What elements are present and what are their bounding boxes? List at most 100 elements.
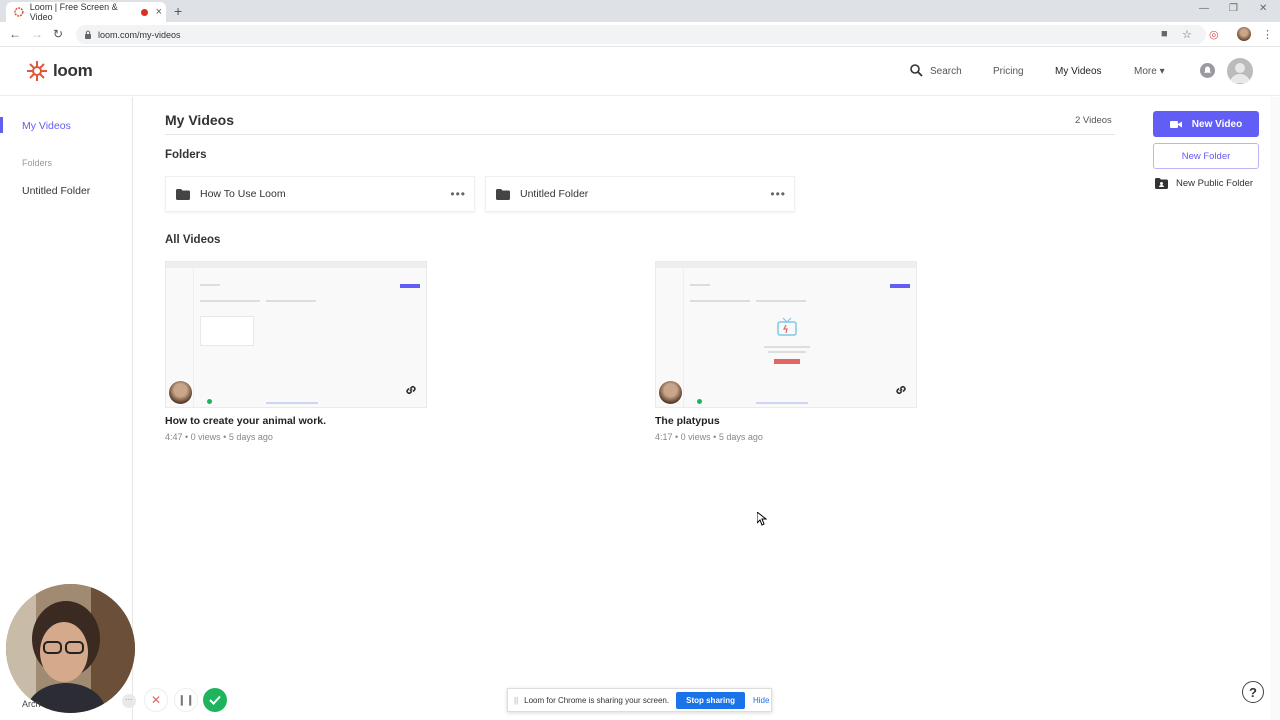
close-icon: ✕: [150, 693, 162, 707]
notification-bell-icon[interactable]: [1200, 63, 1215, 78]
video-camera-icon: [1169, 120, 1182, 128]
pricing-link[interactable]: Pricing: [993, 66, 1024, 77]
loom-logo-icon: [27, 61, 47, 81]
thumbnail-preview-line: [756, 402, 808, 404]
copy-link-icon[interactable]: [404, 383, 418, 397]
active-indicator: [0, 117, 3, 133]
finish-recording-button[interactable]: [203, 688, 227, 712]
folder-name: How To Use Loom: [200, 188, 286, 200]
video-title[interactable]: The platypus: [655, 415, 917, 427]
folders-heading: Folders: [165, 149, 207, 161]
folder-card[interactable]: Untitled Folder •••: [485, 176, 795, 212]
window-close-icon[interactable]: ✕: [1259, 3, 1267, 14]
copy-link-icon[interactable]: [894, 383, 908, 397]
loom-logo[interactable]: loom: [26, 60, 93, 82]
thumbnail-preview-line: [756, 300, 806, 302]
back-icon[interactable]: ←: [9, 27, 21, 41]
close-tab-icon[interactable]: ×: [156, 6, 162, 18]
cancel-recording-button[interactable]: ✕: [144, 688, 168, 712]
browser-titlebar: Loom | Free Screen & Video × + — ❐ ✕: [0, 0, 1280, 22]
page-scrollbar[interactable]: [1270, 97, 1280, 720]
sidebar-item-untitled-folder[interactable]: Untitled Folder: [22, 185, 90, 197]
video-thumbnail[interactable]: [165, 261, 427, 408]
public-folder-icon: [1155, 178, 1168, 189]
video-title[interactable]: How to create your animal work.: [165, 415, 427, 427]
thumbnail-preview-line: [200, 300, 260, 302]
minimize-icon[interactable]: —: [1199, 3, 1209, 14]
folder-options-icon[interactable]: •••: [770, 187, 786, 201]
thumbnail-preview-line: [266, 300, 316, 302]
folder-icon: [176, 188, 190, 200]
empty-tv-icon: [777, 317, 797, 336]
folder-card[interactable]: How To Use Loom •••: [165, 176, 475, 212]
new-public-folder-label: New Public Folder: [1176, 178, 1254, 189]
drag-handle-icon[interactable]: ||: [514, 696, 518, 705]
caret-down-icon: ▾: [1159, 66, 1165, 77]
thumbnail-preview-button: [774, 359, 800, 364]
forward-icon[interactable]: →: [31, 27, 43, 41]
browser-profile-avatar[interactable]: [1237, 27, 1251, 41]
search-icon[interactable]: [910, 64, 923, 77]
webcam-bubble[interactable]: [6, 584, 135, 713]
sidebar-folders-heading: Folders: [22, 158, 53, 168]
loom-extension-icon[interactable]: ◎: [1209, 28, 1219, 41]
user-avatar[interactable]: [1227, 58, 1253, 84]
stop-sharing-button[interactable]: Stop sharing: [676, 691, 745, 709]
reload-icon[interactable]: ↻: [53, 27, 63, 41]
all-videos-heading: All Videos: [165, 234, 221, 246]
lock-icon: [85, 30, 91, 39]
folder-icon: [496, 188, 510, 200]
video-count: 2 Videos: [1075, 115, 1112, 126]
creator-avatar: [168, 380, 193, 405]
online-dot-icon: [207, 399, 212, 404]
thumbnail-preview-button: [890, 284, 910, 288]
thumbnail-preview-line: [200, 284, 220, 286]
checkmark-icon: [209, 695, 221, 705]
video-thumbnail[interactable]: [655, 261, 917, 408]
more-label: More: [1134, 66, 1157, 77]
recorder-label: Arch: [22, 699, 41, 709]
pause-icon: ❙❙: [177, 694, 195, 706]
my-videos-link[interactable]: My Videos: [1055, 66, 1102, 77]
bookmark-star-icon[interactable]: ☆: [1182, 28, 1192, 41]
logo-text: loom: [53, 61, 93, 80]
browser-menu-icon[interactable]: ⋮: [1262, 28, 1273, 41]
new-tab-button[interactable]: +: [174, 3, 182, 19]
thumbnail-preview-bar: [656, 262, 916, 268]
recording-indicator-icon: [140, 8, 148, 16]
address-bar[interactable]: loom.com/my-videos: [76, 25, 1206, 44]
recorder-options-icon[interactable]: ···: [122, 694, 136, 708]
new-folder-button[interactable]: New Folder: [1153, 143, 1259, 169]
pause-recording-button[interactable]: ❙❙: [174, 688, 198, 712]
video-card[interactable]: The platypus 4:17 • 0 views • 5 days ago: [655, 261, 917, 442]
loom-favicon-icon: [14, 7, 24, 17]
thumbnail-preview-card: [200, 316, 254, 346]
new-video-button[interactable]: New Video: [1153, 111, 1259, 137]
folder-options-icon[interactable]: •••: [450, 187, 466, 201]
app-header: loom Search Pricing My Videos More ▾: [0, 48, 1280, 96]
more-menu[interactable]: More ▾: [1134, 66, 1165, 77]
restore-icon[interactable]: ❐: [1229, 3, 1238, 14]
browser-tab[interactable]: Loom | Free Screen & Video ×: [6, 2, 166, 22]
camera-extension-icon[interactable]: ■: [1161, 28, 1168, 40]
thumbnail-preview-line: [690, 284, 710, 286]
tab-title: Loom | Free Screen & Video: [29, 2, 118, 22]
thumbnail-preview-line: [266, 402, 318, 404]
thumbnail-preview-line: [690, 300, 750, 302]
hide-sharing-bar-button[interactable]: Hide: [753, 696, 769, 705]
url-text: loom.com/my-videos: [98, 29, 181, 40]
sidebar-item-my-videos[interactable]: My Videos: [22, 120, 71, 132]
video-card[interactable]: How to create your animal work. 4:47 • 0…: [165, 261, 427, 442]
new-public-folder-button[interactable]: New Public Folder: [1155, 178, 1253, 189]
search-link[interactable]: Search: [930, 66, 962, 77]
online-dot-icon: [697, 399, 702, 404]
divider: [165, 134, 1115, 135]
help-button[interactable]: ?: [1242, 681, 1264, 703]
sharing-message: Loom for Chrome is sharing your screen.: [524, 695, 670, 705]
thumbnail-preview-line: [768, 351, 806, 353]
folder-name: Untitled Folder: [520, 188, 589, 200]
screen-sharing-bar: || Loom for Chrome is sharing your scree…: [507, 688, 772, 712]
new-video-label: New Video: [1191, 118, 1243, 130]
thumbnail-preview-button: [400, 284, 420, 288]
video-meta: 4:47 • 0 views • 5 days ago: [165, 432, 273, 442]
